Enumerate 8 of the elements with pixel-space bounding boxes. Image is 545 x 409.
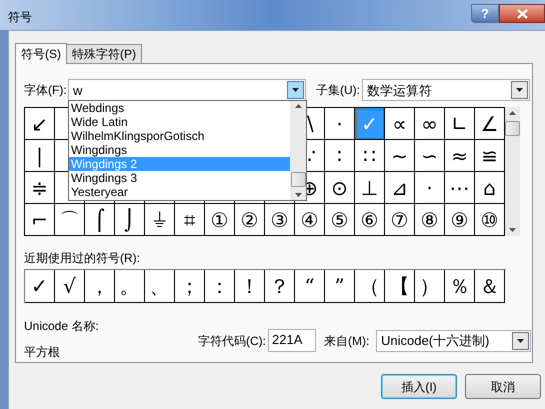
section-label: 近期使用过的符号(R): xyxy=(24,250,141,265)
field-label: 来自(M): xyxy=(324,332,370,350)
field-label: 字符代码(C): xyxy=(198,332,267,350)
unicode-name-label: Unicode 名称: xyxy=(24,318,100,335)
field-label: 字体(F): xyxy=(24,82,68,99)
field-label: 子集(U): xyxy=(316,82,361,99)
window-title: 符号 xyxy=(8,9,32,26)
unicode-name: 平方根 xyxy=(24,344,61,361)
